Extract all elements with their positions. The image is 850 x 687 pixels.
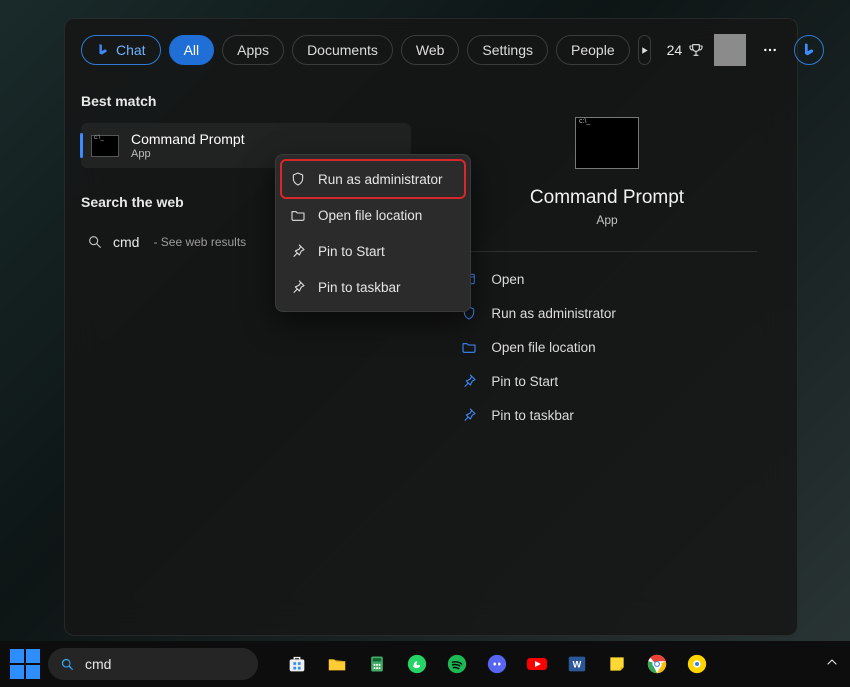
ctx-run-admin[interactable]: Run as administrator <box>282 161 464 197</box>
search-icon <box>60 657 75 672</box>
taskbar-search-value: cmd <box>85 656 111 672</box>
context-menu: Run as administrator Open file location … <box>275 154 471 312</box>
discord-icon <box>486 653 508 675</box>
taskbar-whatsapp[interactable] <box>404 651 430 677</box>
play-icon <box>639 45 650 56</box>
tab-label: Apps <box>237 42 269 58</box>
tab-label: Chat <box>116 42 146 58</box>
preview-actions: Open Run as administrator Open file loca… <box>457 262 756 432</box>
action-run-admin[interactable]: Run as administrator <box>457 296 756 330</box>
web-hint: - See web results <box>153 235 246 249</box>
pin-icon <box>461 407 477 423</box>
taskbar: cmd W <box>0 641 850 687</box>
more-button[interactable] <box>756 36 784 64</box>
search-panel: Chat All Apps Documents Web Settings Peo… <box>64 18 798 636</box>
cmd-icon <box>91 135 119 157</box>
chrome-icon <box>646 653 668 675</box>
tab-label: All <box>184 42 200 58</box>
whatsapp-icon <box>406 653 428 675</box>
sticky-note-icon <box>607 654 627 674</box>
tab-settings[interactable]: Settings <box>467 35 548 65</box>
tab-people[interactable]: People <box>556 35 630 65</box>
user-avatar[interactable] <box>714 34 746 66</box>
ctx-label: Pin to taskbar <box>318 280 401 295</box>
bing-icon <box>96 43 110 57</box>
word-icon: W <box>566 653 588 675</box>
shield-icon <box>290 171 306 187</box>
tab-more[interactable] <box>638 35 651 65</box>
calculator-icon <box>367 654 387 674</box>
tab-label: Settings <box>482 42 533 58</box>
spotify-icon <box>446 653 468 675</box>
divider <box>457 251 756 252</box>
folder-icon <box>290 207 306 223</box>
taskbar-chrome-canary[interactable] <box>684 651 710 677</box>
tab-label: Web <box>416 42 445 58</box>
pin-icon <box>461 373 477 389</box>
action-open-location[interactable]: Open file location <box>457 330 756 364</box>
taskbar-store[interactable] <box>284 651 310 677</box>
result-subtitle: App <box>131 148 245 160</box>
taskbar-youtube[interactable] <box>524 651 550 677</box>
taskbar-notes[interactable] <box>604 651 630 677</box>
tab-all[interactable]: All <box>169 35 215 65</box>
ctx-label: Open file location <box>318 208 422 223</box>
taskbar-discord[interactable] <box>484 651 510 677</box>
action-pin-start[interactable]: Pin to Start <box>457 364 756 398</box>
filter-tabs: Chat All Apps Documents Web Settings Peo… <box>81 33 781 67</box>
action-label: Run as administrator <box>491 306 616 321</box>
tab-label: Documents <box>307 42 378 58</box>
action-label: Open file location <box>491 340 595 355</box>
trophy-icon <box>688 42 704 58</box>
chrome-canary-icon <box>686 653 708 675</box>
action-open[interactable]: Open <box>457 262 756 296</box>
ellipsis-icon <box>762 42 778 58</box>
rewards-points[interactable]: 24 <box>667 42 705 58</box>
tab-apps[interactable]: Apps <box>222 35 284 65</box>
taskbar-pinned-apps: W <box>284 651 710 677</box>
ctx-label: Pin to Start <box>318 244 385 259</box>
web-query: cmd <box>113 234 139 250</box>
preview-title: Command Prompt <box>530 187 684 209</box>
folder-icon <box>461 339 477 355</box>
taskbar-word[interactable]: W <box>564 651 590 677</box>
tab-chat[interactable]: Chat <box>81 35 161 65</box>
tab-documents[interactable]: Documents <box>292 35 393 65</box>
preview-app-icon <box>575 117 639 169</box>
svg-text:W: W <box>573 660 582 670</box>
search-icon <box>87 234 103 250</box>
action-label: Open <box>491 272 524 287</box>
action-label: Pin to taskbar <box>491 408 574 423</box>
pin-icon <box>290 243 306 259</box>
tab-label: People <box>571 42 615 58</box>
store-icon <box>286 653 308 675</box>
result-title: Command Prompt <box>131 131 245 147</box>
tray-expand[interactable] <box>824 654 840 675</box>
action-pin-taskbar[interactable]: Pin to taskbar <box>457 398 756 432</box>
folder-icon <box>326 653 348 675</box>
ctx-pin-taskbar[interactable]: Pin to taskbar <box>282 269 464 305</box>
ctx-pin-start[interactable]: Pin to Start <box>282 233 464 269</box>
pin-icon <box>290 279 306 295</box>
header-tools: 24 <box>667 34 825 66</box>
best-match-heading: Best match <box>81 93 411 109</box>
tab-web[interactable]: Web <box>401 35 460 65</box>
action-label: Pin to Start <box>491 374 558 389</box>
start-button[interactable] <box>10 649 40 679</box>
taskbar-chrome[interactable] <box>644 651 670 677</box>
bing-icon <box>801 42 817 58</box>
taskbar-search[interactable]: cmd <box>48 648 258 680</box>
taskbar-explorer[interactable] <box>324 651 350 677</box>
youtube-icon <box>525 652 549 676</box>
taskbar-spotify[interactable] <box>444 651 470 677</box>
ctx-open-location[interactable]: Open file location <box>282 197 464 233</box>
points-value: 24 <box>667 42 683 58</box>
chevron-up-icon <box>824 654 840 670</box>
preview-subtitle: App <box>596 213 617 227</box>
bing-button[interactable] <box>794 35 824 65</box>
taskbar-calculator[interactable] <box>364 651 390 677</box>
ctx-label: Run as administrator <box>318 172 443 187</box>
